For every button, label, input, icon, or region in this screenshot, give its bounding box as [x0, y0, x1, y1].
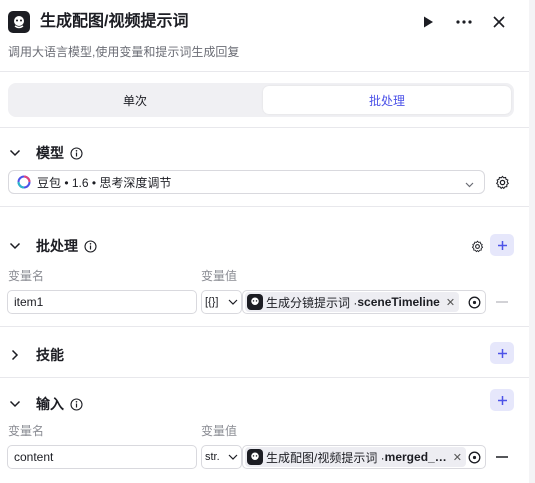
remove-reference-icon[interactable]: ✕	[453, 451, 462, 464]
model-select-value: 豆包 • 1.6 • 思考深度调节	[37, 175, 172, 190]
info-icon[interactable]	[70, 397, 83, 411]
plus-icon	[497, 348, 507, 358]
node-description[interactable]: 调用大语言模型,使用变量和提示词生成回复	[8, 44, 239, 60]
add-skill-button[interactable]	[490, 342, 514, 364]
skills-section-header[interactable]: 技能	[8, 345, 64, 365]
info-icon[interactable]	[84, 239, 97, 253]
input-section-header[interactable]: 输入	[8, 394, 83, 414]
gear-icon	[495, 175, 509, 189]
close-icon	[493, 16, 505, 28]
chevron-down-icon	[8, 397, 22, 411]
node-header: 生成配图/视频提示词 调用大语言模型,使用变量和提示词生成回复	[0, 0, 535, 72]
remove-batch-row-button[interactable]	[495, 295, 509, 309]
tab-batch[interactable]: 批处理	[263, 86, 511, 114]
bot-logo-icon	[8, 11, 30, 33]
batch-section-header[interactable]: 批处理	[8, 236, 97, 256]
batch-variable-type-select[interactable]: [{}]	[201, 290, 242, 314]
close-button[interactable]	[487, 10, 511, 34]
reference-node-name: 生成配图/视频提示词 ·	[266, 450, 385, 465]
skills-section-title: 技能	[36, 347, 64, 363]
model-settings-button[interactable]	[491, 171, 513, 193]
chevron-right-icon	[8, 348, 22, 362]
type-label: [{}]	[205, 296, 219, 308]
chevron-down-icon	[8, 239, 22, 253]
input-section-title: 输入	[36, 396, 64, 412]
add-batch-variable-button[interactable]	[490, 234, 514, 256]
gear-icon	[471, 240, 483, 252]
reference-chip[interactable]: 生成分镜提示词 · sceneTimeline ✕	[245, 292, 460, 312]
minus-icon	[496, 456, 508, 458]
node-title[interactable]: 生成配图/视频提示词	[40, 12, 188, 32]
more-button[interactable]	[452, 10, 476, 34]
model-select[interactable]: 豆包 • 1.6 • 思考深度调节	[8, 170, 485, 194]
info-icon[interactable]	[70, 146, 83, 160]
reference-node-name: 生成分镜提示词 ·	[266, 295, 358, 310]
column-label-name: 变量名	[8, 269, 45, 283]
divider	[0, 326, 529, 327]
divider	[0, 206, 529, 207]
model-section-title: 模型	[36, 145, 64, 161]
model-section-header[interactable]: 模型	[8, 143, 83, 163]
reference-chip[interactable]: 生成配图/视频提示词 · merged_… ✕	[245, 447, 466, 467]
bot-node-icon	[247, 294, 263, 310]
play-icon	[424, 16, 433, 28]
column-label-name: 变量名	[8, 424, 45, 438]
reference-variable-name: merged_…	[384, 450, 447, 464]
batch-section-title: 批处理	[36, 238, 78, 254]
batch-variable-reference[interactable]: 生成分镜提示词 · sceneTimeline ✕	[242, 290, 486, 314]
minus-icon	[496, 301, 508, 303]
chevron-down-icon	[465, 177, 474, 191]
scrollbar[interactable]	[529, 0, 535, 483]
type-label: str.	[205, 451, 220, 463]
target-icon[interactable]	[468, 296, 481, 309]
input-variable-reference[interactable]: 生成配图/视频提示词 · merged_… ✕	[242, 445, 486, 469]
batch-variable-name-input[interactable]: item1	[7, 290, 197, 314]
chevron-down-icon	[228, 454, 238, 460]
run-button[interactable]	[416, 10, 440, 34]
column-label-value: 变量值	[201, 269, 238, 283]
batch-settings-button[interactable]	[466, 235, 488, 257]
plus-icon	[497, 395, 507, 405]
bot-node-icon	[247, 449, 263, 465]
divider	[0, 377, 529, 378]
mode-tabs: 单次 批处理	[8, 83, 514, 117]
target-icon[interactable]	[468, 451, 481, 464]
plus-icon	[497, 240, 507, 250]
more-dots-icon	[456, 20, 472, 24]
divider	[0, 127, 529, 128]
doubao-logo-icon	[17, 175, 31, 189]
remove-reference-icon[interactable]: ✕	[446, 296, 455, 309]
column-label-value: 变量值	[201, 424, 238, 438]
input-variable-type-select[interactable]: str.	[201, 445, 242, 469]
tab-single[interactable]: 单次	[11, 86, 259, 114]
chevron-down-icon	[228, 299, 238, 305]
reference-variable-name: sceneTimeline	[357, 295, 440, 309]
remove-input-row-button[interactable]	[495, 450, 509, 464]
chevron-down-icon	[8, 146, 22, 160]
input-variable-name-input[interactable]: content	[7, 445, 197, 469]
add-input-variable-button[interactable]	[490, 389, 514, 411]
